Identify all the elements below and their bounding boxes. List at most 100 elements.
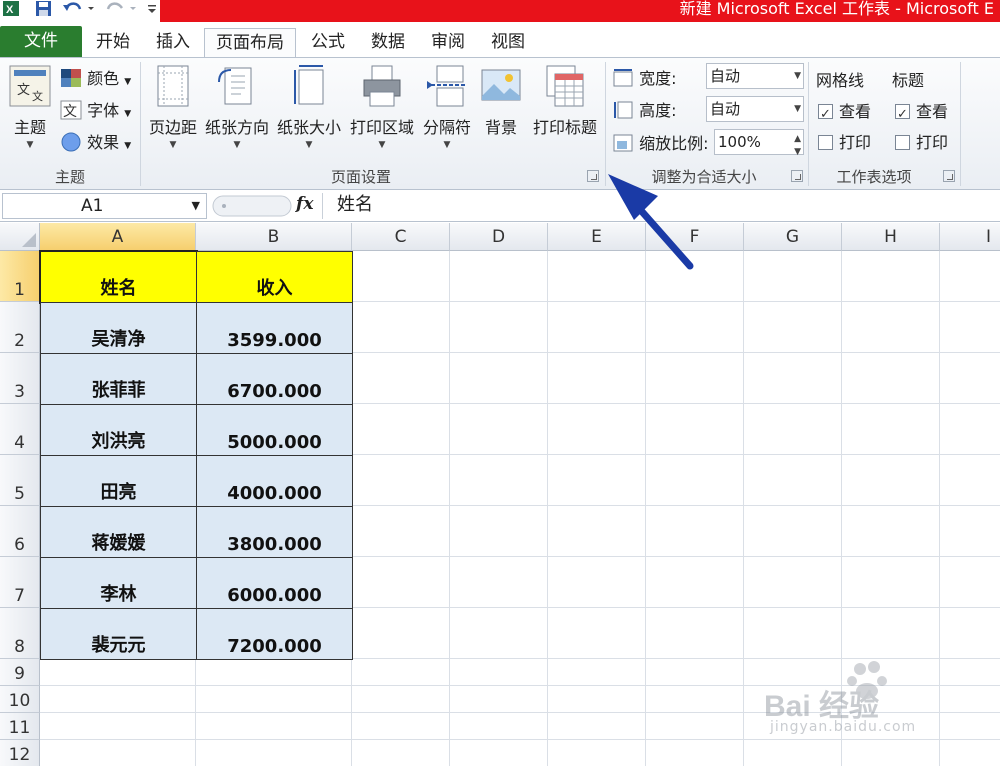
cell-b2[interactable]: 3599.000 xyxy=(196,302,353,354)
chevron-down-icon: ▼ xyxy=(794,104,801,114)
tab-data[interactable]: 数据 xyxy=(362,28,414,58)
scale-icon xyxy=(613,134,633,152)
scale-spinner[interactable]: 100% ▲ ▼ xyxy=(714,129,804,157)
height-label: 高度: xyxy=(639,101,677,120)
column-header-i[interactable]: I xyxy=(940,223,1000,251)
headings-print-checkbox[interactable]: 打印 xyxy=(895,130,948,156)
column-header-a[interactable]: A xyxy=(40,223,196,251)
width-select[interactable]: 自动 ▼ xyxy=(706,63,804,89)
excel-app-icon[interactable]: X xyxy=(2,0,22,18)
row-header-11[interactable]: 11 xyxy=(0,713,40,740)
tab-page-layout[interactable]: 页面布局 xyxy=(204,28,296,59)
row-number: 7 xyxy=(14,586,25,606)
cell-b6[interactable]: 3800.000 xyxy=(196,506,353,558)
save-icon[interactable] xyxy=(34,0,54,18)
gridline-vertical xyxy=(645,251,646,766)
gridlines-view-checkbox[interactable]: 查看 xyxy=(818,99,872,128)
background-picture-icon xyxy=(481,69,521,101)
chevron-down-icon[interactable]: ▼ xyxy=(192,194,200,218)
theme-fonts-button[interactable]: 文 字体 ▼ xyxy=(60,98,131,124)
row-header-10[interactable]: 10 xyxy=(0,686,40,713)
select-all-corner[interactable] xyxy=(0,223,40,251)
gridlines-view-label: 查看 xyxy=(839,102,872,121)
header-cell-b1[interactable]: 收入 xyxy=(196,251,353,303)
color-palette-icon xyxy=(61,69,81,87)
insert-function-icon[interactable]: fx xyxy=(296,194,313,214)
undo-icon[interactable] xyxy=(62,0,96,18)
sheet-options-dialog-launcher[interactable] xyxy=(943,170,955,182)
row-header-2[interactable]: 2 xyxy=(0,302,40,353)
cell-text: 田亮 xyxy=(100,482,137,503)
breaks-label: 分隔符 xyxy=(422,118,471,137)
row-header-7[interactable]: 7 xyxy=(0,557,40,608)
formula-bar-handle[interactable] xyxy=(212,195,292,217)
row-header-12[interactable]: 12 xyxy=(0,740,40,766)
cell-text: 3800.000 xyxy=(227,534,322,555)
tab-formulas[interactable]: 公式 xyxy=(302,28,354,58)
row-number: 4 xyxy=(14,433,25,453)
cell-b8[interactable]: 7200.000 xyxy=(196,608,353,660)
header-cell-a1[interactable]: 姓名 xyxy=(39,250,198,304)
tab-view[interactable]: 视图 xyxy=(482,28,534,58)
page-setup-dialog-launcher[interactable] xyxy=(587,170,599,182)
width-control-label: 宽度: xyxy=(612,66,677,92)
gridlines-print-label: 打印 xyxy=(839,133,872,152)
theme-effects-button[interactable]: 效果 ▼ xyxy=(60,130,131,156)
scale-to-fit-dialog-launcher[interactable] xyxy=(791,170,803,182)
print-area-label: 打印区域 xyxy=(349,118,414,137)
spin-down-icon[interactable]: ▼ xyxy=(794,140,801,164)
theme-colors-button[interactable]: 颜色 ▼ xyxy=(60,66,131,92)
cell-b5[interactable]: 4000.000 xyxy=(196,455,353,507)
column-header-g[interactable]: G xyxy=(744,223,842,251)
print-area-icon xyxy=(363,65,401,107)
row-header-4[interactable]: 4 xyxy=(0,404,40,455)
checkbox-checked-icon xyxy=(895,102,910,128)
themes-label: 主题 xyxy=(13,118,46,137)
customize-qat-icon[interactable] xyxy=(145,0,159,18)
row-header-3[interactable]: 3 xyxy=(0,353,40,404)
chevron-down-icon: ▼ xyxy=(169,140,177,150)
row-header-1[interactable]: 1 xyxy=(0,251,40,302)
row-number: 6 xyxy=(14,535,25,555)
cell-a2[interactable]: 吴清净 xyxy=(40,302,197,354)
row-number: 1 xyxy=(14,280,25,300)
name-box[interactable]: A1 ▼ xyxy=(2,193,207,219)
column-header-h[interactable]: H xyxy=(842,223,940,251)
cell-a3[interactable]: 张菲菲 xyxy=(40,353,197,405)
cell-text: 5000.000 xyxy=(227,432,322,453)
chevron-down-icon: ▼ xyxy=(443,140,451,150)
height-select[interactable]: 自动 ▼ xyxy=(706,96,804,122)
column-header-d[interactable]: D xyxy=(450,223,548,251)
orientation-label: 纸张方向 xyxy=(204,118,269,137)
cell-a4[interactable]: 刘洪亮 xyxy=(40,404,197,456)
tab-review[interactable]: 审阅 xyxy=(422,28,474,58)
headings-view-checkbox[interactable]: 查看 xyxy=(895,99,949,128)
watermark-url: jingyan.baidu.com xyxy=(770,719,917,735)
row-header-6[interactable]: 6 xyxy=(0,506,40,557)
gridline-vertical xyxy=(449,251,450,766)
headings-view-label: 查看 xyxy=(916,102,949,121)
tab-file[interactable]: 文件 xyxy=(0,26,82,58)
cell-a5[interactable]: 田亮 xyxy=(40,455,197,507)
gridlines-print-checkbox[interactable]: 打印 xyxy=(818,130,871,156)
column-header-b[interactable]: B xyxy=(196,223,352,251)
cell-a8[interactable]: 裴元元 xyxy=(40,608,197,660)
row-header-5[interactable]: 5 xyxy=(0,455,40,506)
cell-a6[interactable]: 蒋媛媛 xyxy=(40,506,197,558)
row-header-8[interactable]: 8 xyxy=(0,608,40,659)
cell-b4[interactable]: 5000.000 xyxy=(196,404,353,456)
cell-b3[interactable]: 6700.000 xyxy=(196,353,353,405)
row-header-9[interactable]: 9 xyxy=(0,659,40,686)
tab-insert[interactable]: 插入 xyxy=(146,28,200,58)
scale-value: 100% xyxy=(718,133,761,151)
column-header-c[interactable]: C xyxy=(352,223,450,251)
tab-home[interactable]: 开始 xyxy=(86,28,140,58)
cell-b7[interactable]: 6000.000 xyxy=(196,557,353,609)
svg-text:文: 文 xyxy=(32,89,43,103)
cell-text: 蒋媛媛 xyxy=(91,533,146,554)
cell-a7[interactable]: 李林 xyxy=(40,557,197,609)
redo-icon[interactable] xyxy=(104,0,138,18)
chevron-down-icon: ▼ xyxy=(26,140,34,150)
scale-label: 缩放比例: xyxy=(639,134,709,153)
cell-text: 4000.000 xyxy=(227,483,322,504)
